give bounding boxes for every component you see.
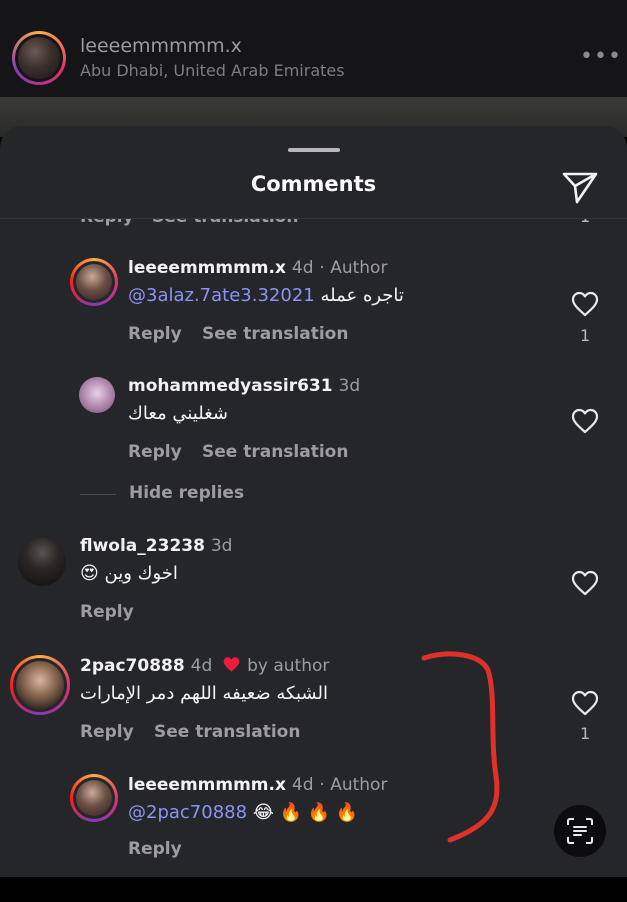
hide-replies-button[interactable]: Hide replies: [129, 483, 244, 503]
profile-avatar[interactable]: [12, 31, 66, 85]
heart-filled-icon: [223, 657, 240, 672]
see-translation-button[interactable]: See translation: [202, 442, 348, 462]
sheet-title: Comments: [250, 172, 377, 196]
more-icon[interactable]: •••: [580, 44, 622, 69]
comment-username[interactable]: 2pac70888 4d by author: [80, 656, 329, 676]
like-count: 1: [580, 219, 590, 226]
reply-button[interactable]: Reply: [128, 839, 182, 859]
comment-username[interactable]: flwola_23238 3d: [80, 536, 232, 556]
reply-button[interactable]: Reply: [80, 722, 134, 742]
emoji: 😂 🔥 🔥 🔥: [252, 802, 359, 823]
like-count: 1: [580, 724, 591, 743]
avatar[interactable]: [70, 258, 118, 306]
avatar[interactable]: [18, 538, 66, 586]
author-tag: · Author: [319, 258, 388, 278]
like-count: 1: [580, 326, 591, 345]
comments-sheet: Comments Reply See translation 1 leeeemm…: [0, 126, 627, 877]
avatar[interactable]: [79, 377, 115, 413]
liked-by-author-label: by author: [247, 656, 330, 676]
reply-button[interactable]: Reply: [128, 324, 182, 344]
comment-username[interactable]: leeeemmmmm.x 4d · Author: [128, 775, 387, 795]
drag-handle[interactable]: [288, 148, 340, 152]
mention-link[interactable]: @3alaz.7ate3.32021: [128, 285, 315, 306]
comment-text: @3alaz.7ate3.32021 تاجره عمله: [128, 285, 404, 306]
comment-text: @2pac70888 😂 🔥 🔥 🔥: [128, 802, 358, 823]
comment-username[interactable]: leeeemmmmm.x 4d · Author: [128, 258, 387, 278]
comment-time: 3d: [338, 376, 361, 396]
see-translation-button[interactable]: See translation: [202, 324, 348, 344]
bottom-bar: [0, 877, 627, 902]
reply-button[interactable]: Reply: [80, 602, 134, 622]
comment-text: 😍 اخوك وين: [80, 563, 178, 584]
emoji: 😍: [80, 563, 99, 584]
comment-time: 3d: [210, 536, 233, 556]
post-header: leeeemmmmm.x Abu Dhabi, United Arab Emir…: [0, 0, 627, 97]
text-scan-icon: [567, 818, 593, 844]
comment-time: 4d: [190, 656, 213, 676]
profile-username[interactable]: leeeemmmmm.x: [80, 35, 242, 57]
heart-outline-icon[interactable]: [571, 291, 599, 317]
comment-text: الشبكه ضعيفه اللهم دمر الإمارات: [80, 683, 328, 704]
heart-outline-icon[interactable]: [571, 690, 599, 716]
author-tag: · Author: [319, 775, 388, 795]
text-scan-button[interactable]: [554, 805, 606, 857]
comment-username[interactable]: mohammedyassir631 3d: [128, 376, 360, 396]
comment-text: شغليني معاك: [128, 403, 228, 424]
profile-location[interactable]: Abu Dhabi, United Arab Emirates: [80, 61, 345, 80]
annotation-bracket: [421, 651, 500, 843]
heart-outline-icon[interactable]: [571, 570, 599, 596]
comments-list[interactable]: Reply See translation 1 leeeemmmmm.x 4d …: [0, 219, 627, 877]
avatar[interactable]: [10, 655, 70, 715]
see-translation-button[interactable]: See translation: [152, 219, 298, 227]
comment-time: 4d: [291, 775, 314, 795]
heart-outline-icon[interactable]: [571, 408, 599, 434]
comment-time: 4d: [291, 258, 314, 278]
reply-button[interactable]: Reply: [80, 219, 134, 227]
hide-replies-line: [80, 494, 116, 495]
share-icon[interactable]: [560, 166, 600, 206]
reply-button[interactable]: Reply: [128, 442, 182, 462]
avatar[interactable]: [70, 774, 118, 822]
mention-link[interactable]: @2pac70888: [128, 802, 247, 823]
see-translation-button[interactable]: See translation: [154, 722, 300, 742]
